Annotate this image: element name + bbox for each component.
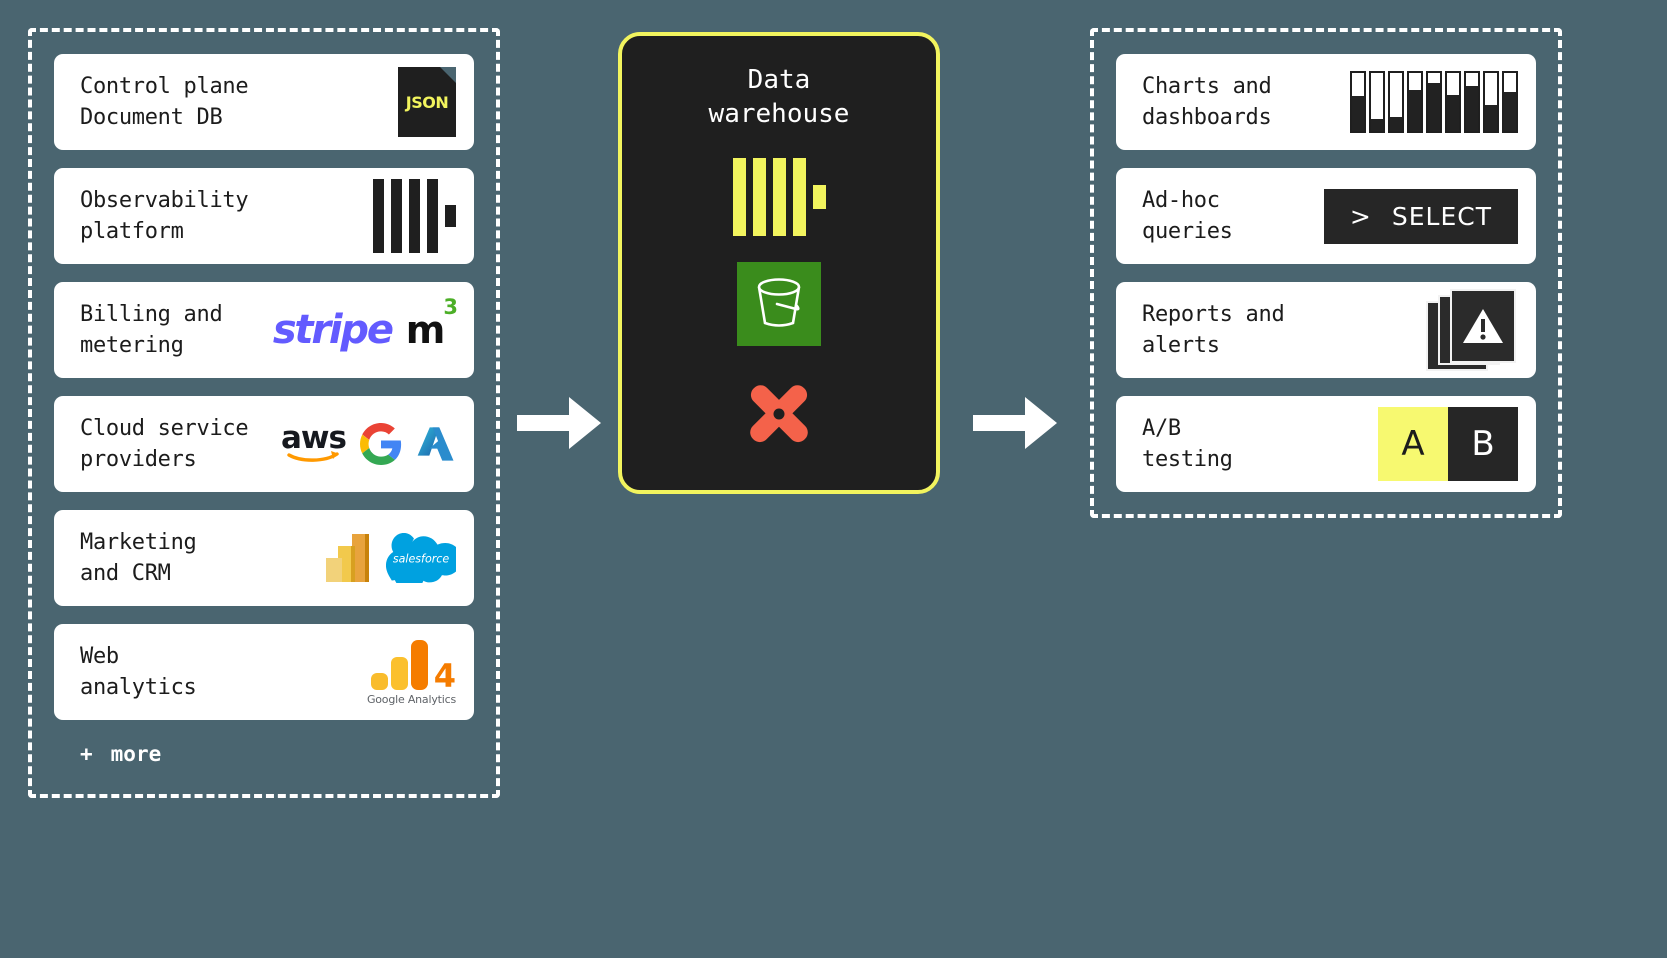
bar-chart-column-fill <box>1466 85 1478 131</box>
more-label: more <box>110 742 162 766</box>
source-card-web-analytics[interactable]: Web analytics 4 Google Analytics <box>54 624 474 720</box>
s3-bucket-icon <box>737 261 821 346</box>
bar-chart-column-fill <box>1447 95 1459 131</box>
sql-select-badge[interactable]: > SELECT <box>1323 188 1518 244</box>
stripe-logo: stripe <box>272 307 394 353</box>
bar-chart-column <box>1445 71 1461 133</box>
arrow-right-icon <box>973 393 1057 453</box>
source-card-control-plane[interactable]: Control plane Document DB JSON <box>54 54 474 150</box>
bar-chart-column <box>1369 71 1385 133</box>
source-card-label: Billing and metering <box>80 301 223 358</box>
power-bi-logo <box>326 534 369 582</box>
azure-logo <box>417 427 454 461</box>
consumer-card-ab-testing[interactable]: A/B testing A B <box>1116 396 1536 492</box>
consumer-card-reports-alerts[interactable]: Reports and alerts <box>1116 282 1536 378</box>
warning-triangle-icon <box>1463 309 1503 343</box>
m3ter-logo: m3 <box>405 295 458 352</box>
warehouse-column: Data warehouse <box>618 28 940 818</box>
aws-logo: aws <box>280 419 347 463</box>
bar-chart-column <box>1407 71 1423 133</box>
consumer-card-label: Charts and dashboards <box>1142 73 1272 130</box>
diagram-canvas: Control plane Document DB JSON Observabi… <box>0 0 1667 958</box>
json-document-fold <box>440 67 456 83</box>
consumer-card-art <box>1350 71 1518 133</box>
consumer-card-label: A/B testing <box>1142 415 1233 472</box>
bar-chart-column-fill <box>1409 90 1421 131</box>
source-card-art: 4 Google Analytics <box>367 639 456 706</box>
bar-chart-column-fill <box>1390 116 1402 131</box>
source-card-art: JSON <box>398 67 456 137</box>
bar-chart-column-fill <box>1504 92 1516 131</box>
source-card-art <box>373 179 456 253</box>
ab-test-icon: A B <box>1378 407 1518 481</box>
warehouse-title: Data warehouse <box>708 65 850 129</box>
consumer-card-charts[interactable]: Charts and dashboards <box>1116 54 1536 150</box>
clickhouse-bars-icon <box>732 157 826 236</box>
clickhouse-bars-icon <box>373 179 456 253</box>
arrow-warehouse-to-consumers <box>940 28 1090 818</box>
arrow-right-icon <box>517 393 601 453</box>
bar-chart-icon <box>1350 71 1518 133</box>
data-sources-group: Control plane Document DB JSON Observabi… <box>28 28 500 798</box>
salesforce-wordmark: salesforce <box>393 553 450 566</box>
source-card-label: Web analytics <box>80 643 197 700</box>
consumer-card-label: Ad-hoc queries <box>1142 187 1233 244</box>
more-plus-icon: + <box>80 742 93 766</box>
variant-a-block: A <box>1378 407 1448 481</box>
google-cloud-logo <box>360 423 402 465</box>
m3ter-logo-letter: m <box>405 308 446 352</box>
salesforce-logo: salesforce <box>386 533 456 583</box>
source-card-label: Observability platform <box>80 187 249 244</box>
bar-chart-column-fill <box>1352 96 1364 131</box>
json-document-icon-label: JSON <box>405 92 449 112</box>
source-card-label: Cloud service providers <box>80 415 249 472</box>
arrow-sources-to-warehouse <box>500 28 618 818</box>
consumer-card-art: A B <box>1378 407 1518 481</box>
bar-chart-column <box>1502 71 1518 133</box>
source-card-label: Marketing and CRM <box>80 529 197 586</box>
consumer-card-art <box>1426 289 1518 371</box>
bar-chart-column <box>1464 71 1480 133</box>
source-card-art: stripe m3 <box>272 295 458 353</box>
source-card-cloud-providers[interactable]: Cloud service providers aws <box>54 396 474 492</box>
sql-query-text: SELECT <box>1391 201 1492 231</box>
consumer-card-adhoc-queries[interactable]: Ad-hoc queries > SELECT <box>1116 168 1536 264</box>
asterisk-star-icon <box>750 384 808 442</box>
google-analytics-bars-icon <box>370 639 432 691</box>
aws-swoosh-icon <box>287 451 340 463</box>
source-card-observability[interactable]: Observability platform <box>54 168 474 264</box>
source-card-label: Control plane Document DB <box>80 73 249 130</box>
variant-b-block: B <box>1448 407 1518 481</box>
source-card-art: salesforce <box>324 532 456 584</box>
terminal-prompt-icon: > <box>1349 201 1372 231</box>
json-document-icon: JSON <box>398 67 456 137</box>
bar-chart-column <box>1426 71 1442 133</box>
bar-chart-column-fill <box>1371 119 1383 131</box>
source-card-art: aws <box>280 419 456 465</box>
source-card-billing[interactable]: Billing and metering stripe m3 <box>54 282 474 378</box>
sources-more-row[interactable]: + more <box>54 738 474 772</box>
report-sheet-front <box>1450 289 1516 363</box>
data-warehouse-panel[interactable]: Data warehouse <box>618 32 940 494</box>
m3ter-logo-sup: 3 <box>443 294 458 319</box>
consumer-card-art: > SELECT <box>1323 188 1518 244</box>
google-analytics-logo: 4 Google Analytics <box>367 639 456 706</box>
report-alert-icon <box>1426 289 1518 371</box>
bar-chart-column <box>1483 71 1499 133</box>
google-analytics-version: 4 <box>433 657 456 696</box>
bar-chart-column-fill <box>1428 83 1440 131</box>
consumer-card-label: Reports and alerts <box>1142 301 1285 358</box>
bar-chart-column-fill <box>1485 104 1497 131</box>
bar-chart-column <box>1388 71 1404 133</box>
source-card-marketing-crm[interactable]: Marketing and CRM salesforce <box>54 510 474 606</box>
data-consumers-group: Charts and dashboards Ad-hoc queries > S… <box>1090 28 1562 518</box>
warehouse-icons <box>732 157 826 456</box>
aws-logo-text: aws <box>280 419 347 456</box>
bar-chart-column <box>1350 71 1366 133</box>
google-analytics-caption: Google Analytics <box>366 692 456 706</box>
